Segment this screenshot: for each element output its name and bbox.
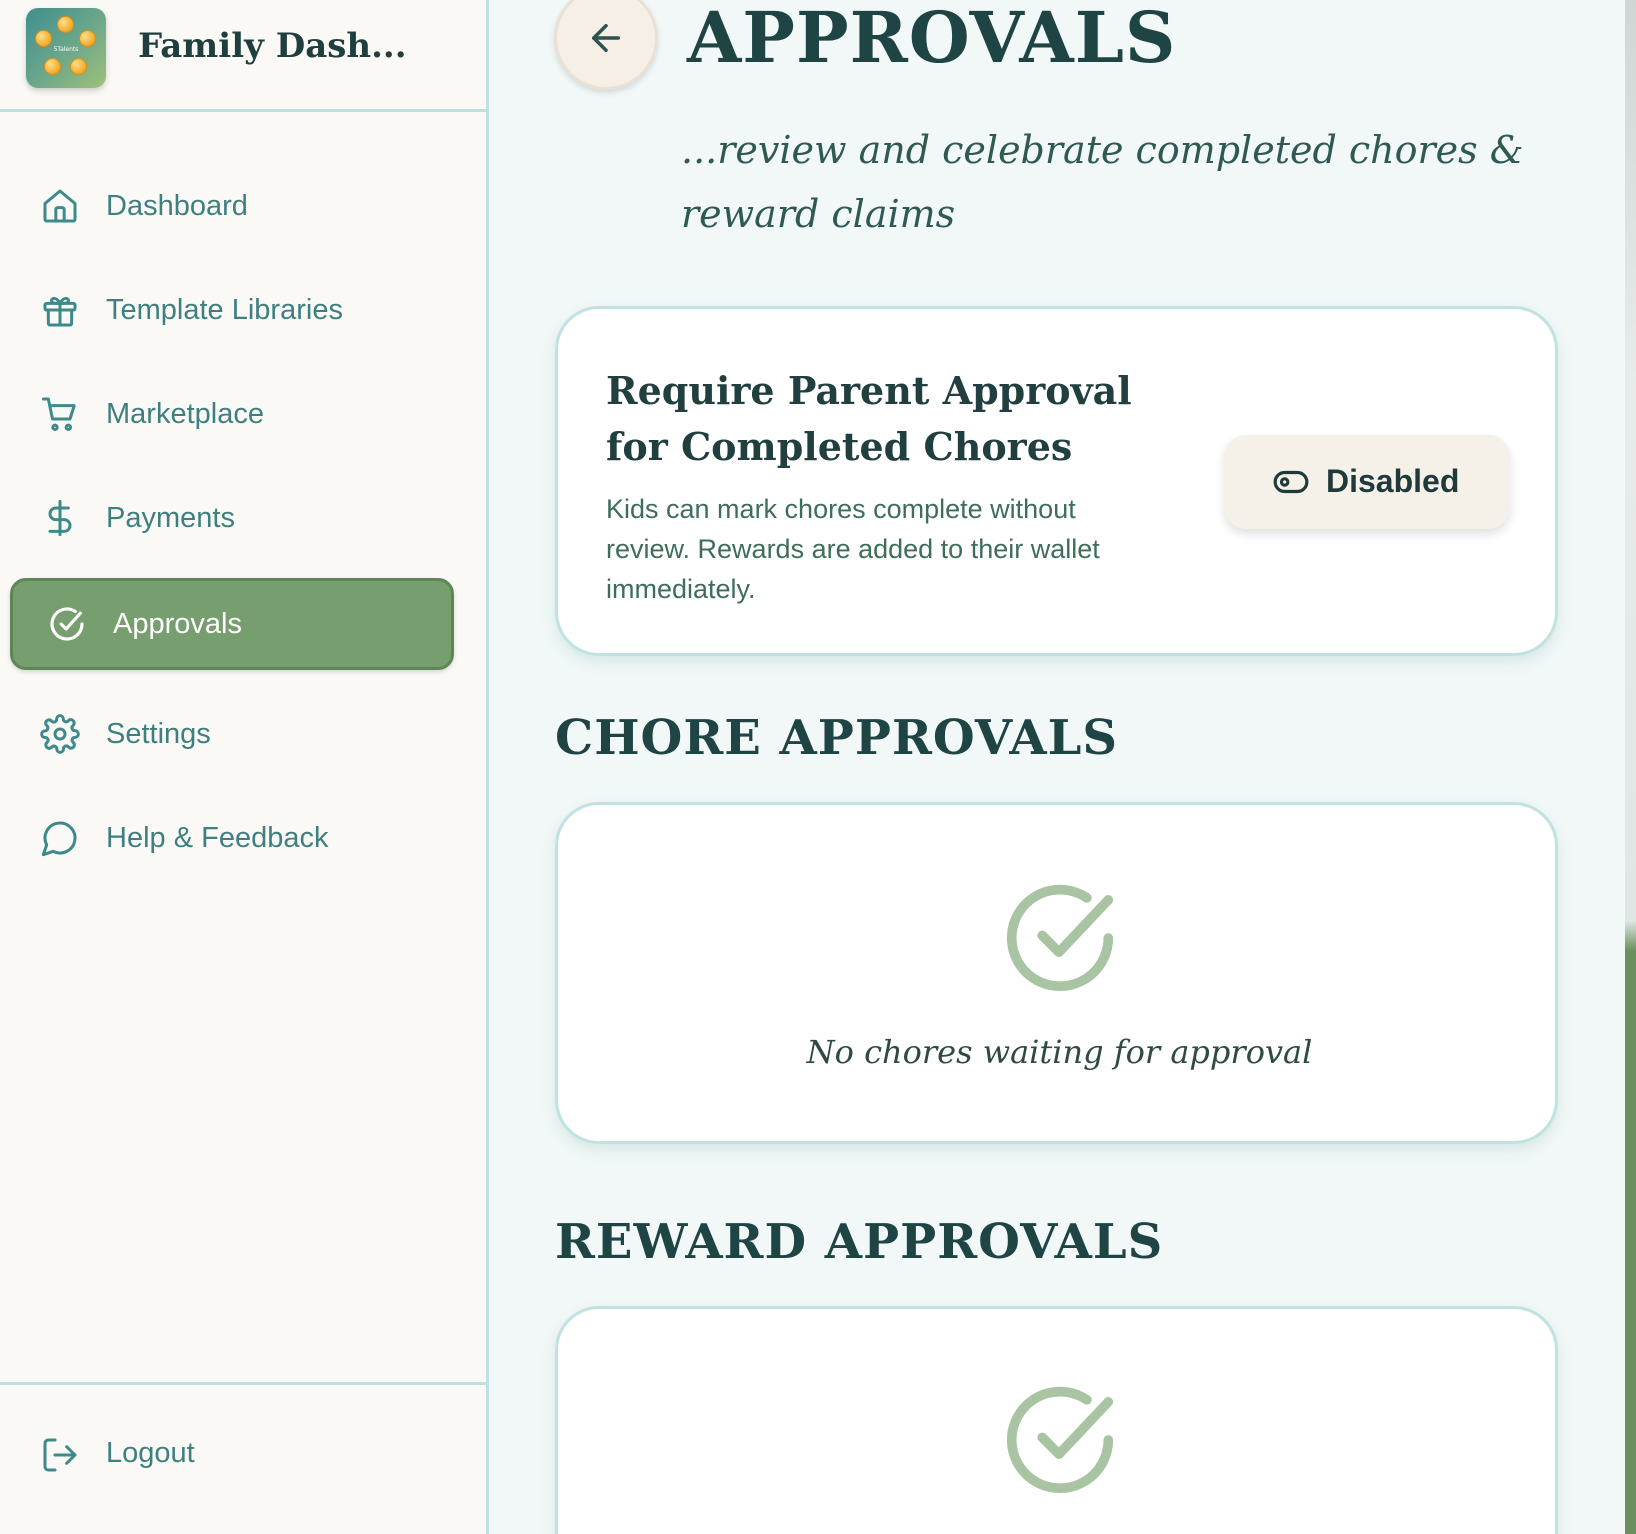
empty-state-text: No chores waiting for approval — [806, 1033, 1313, 1071]
reward-approvals-heading: REWARD APPROVALS — [555, 1214, 1164, 1270]
check-circle-icon — [999, 1379, 1121, 1501]
logo-text: 5Talents — [53, 46, 79, 53]
app-title: Family Dash... — [138, 26, 407, 66]
page-subtitle: ...review and celebrate completed chores… — [681, 128, 1524, 236]
sidebar-item-template-libraries[interactable]: Template Libraries — [10, 264, 454, 356]
toggle-off-icon — [1272, 463, 1310, 501]
home-icon — [40, 186, 80, 226]
setting-title: Require Parent Approval for Completed Ch… — [606, 368, 1132, 469]
coin-icon — [79, 30, 96, 47]
app-logo[interactable]: 5Talents — [26, 8, 106, 88]
cart-icon — [40, 394, 80, 434]
coin-icon — [44, 58, 61, 75]
main-content: APPROVALS ...review and celebrate comple… — [489, 0, 1625, 1534]
page-title: APPROVALS — [687, 0, 1177, 79]
brand-header: 5Talents Family Dash... — [0, 0, 486, 112]
reward-approvals-card — [555, 1306, 1558, 1534]
sidebar-item-label: Approvals — [113, 607, 242, 640]
sidebar-item-label: Dashboard — [106, 189, 248, 222]
coin-icon — [70, 58, 87, 75]
coin-icon — [57, 16, 74, 33]
sidebar-item-label: Marketplace — [106, 397, 264, 430]
chat-bubble-icon — [40, 818, 80, 858]
approval-toggle-button[interactable]: Disabled — [1224, 435, 1510, 529]
sidebar-footer: Logout — [0, 1382, 486, 1534]
sidebar-item-payments[interactable]: Payments — [10, 472, 454, 564]
sidebar: 5Talents Family Dash... Dashboard Templa… — [0, 0, 489, 1534]
sidebar-item-dashboard[interactable]: Dashboard — [10, 160, 454, 252]
sidebar-item-settings[interactable]: Settings — [10, 688, 454, 780]
coin-icon — [35, 30, 52, 47]
arrow-left-icon — [592, 24, 620, 52]
sidebar-item-help-feedback[interactable]: Help & Feedback — [10, 792, 454, 884]
check-circle-icon — [47, 604, 87, 644]
sidebar-item-label: Template Libraries — [106, 293, 343, 326]
background-window-edge — [1625, 0, 1636, 1534]
sidebar-item-label: Settings — [106, 717, 211, 750]
logout-label: Logout — [106, 1437, 195, 1469]
app-window: 5Talents Family Dash... Dashboard Templa… — [0, 0, 1636, 1534]
logout-icon — [40, 1435, 80, 1475]
gift-icon — [40, 290, 80, 330]
setting-description: Kids can mark chores complete without re… — [606, 494, 1100, 604]
sidebar-item-label: Help & Feedback — [106, 821, 329, 854]
sidebar-item-marketplace[interactable]: Marketplace — [10, 368, 454, 460]
logout-button[interactable]: Logout — [10, 1415, 454, 1495]
back-button[interactable] — [554, 0, 658, 90]
check-circle-icon — [999, 877, 1121, 999]
dollar-icon — [40, 498, 80, 538]
sidebar-item-label: Payments — [106, 501, 235, 534]
toggle-label: Disabled — [1326, 463, 1460, 499]
approval-setting-card: Require Parent Approval for Completed Ch… — [555, 306, 1558, 656]
chore-approvals-card: No chores waiting for approval — [555, 802, 1558, 1144]
sidebar-item-approvals[interactable]: Approvals — [10, 578, 454, 670]
chore-approvals-heading: CHORE APPROVALS — [555, 710, 1119, 766]
gear-icon — [40, 714, 80, 754]
